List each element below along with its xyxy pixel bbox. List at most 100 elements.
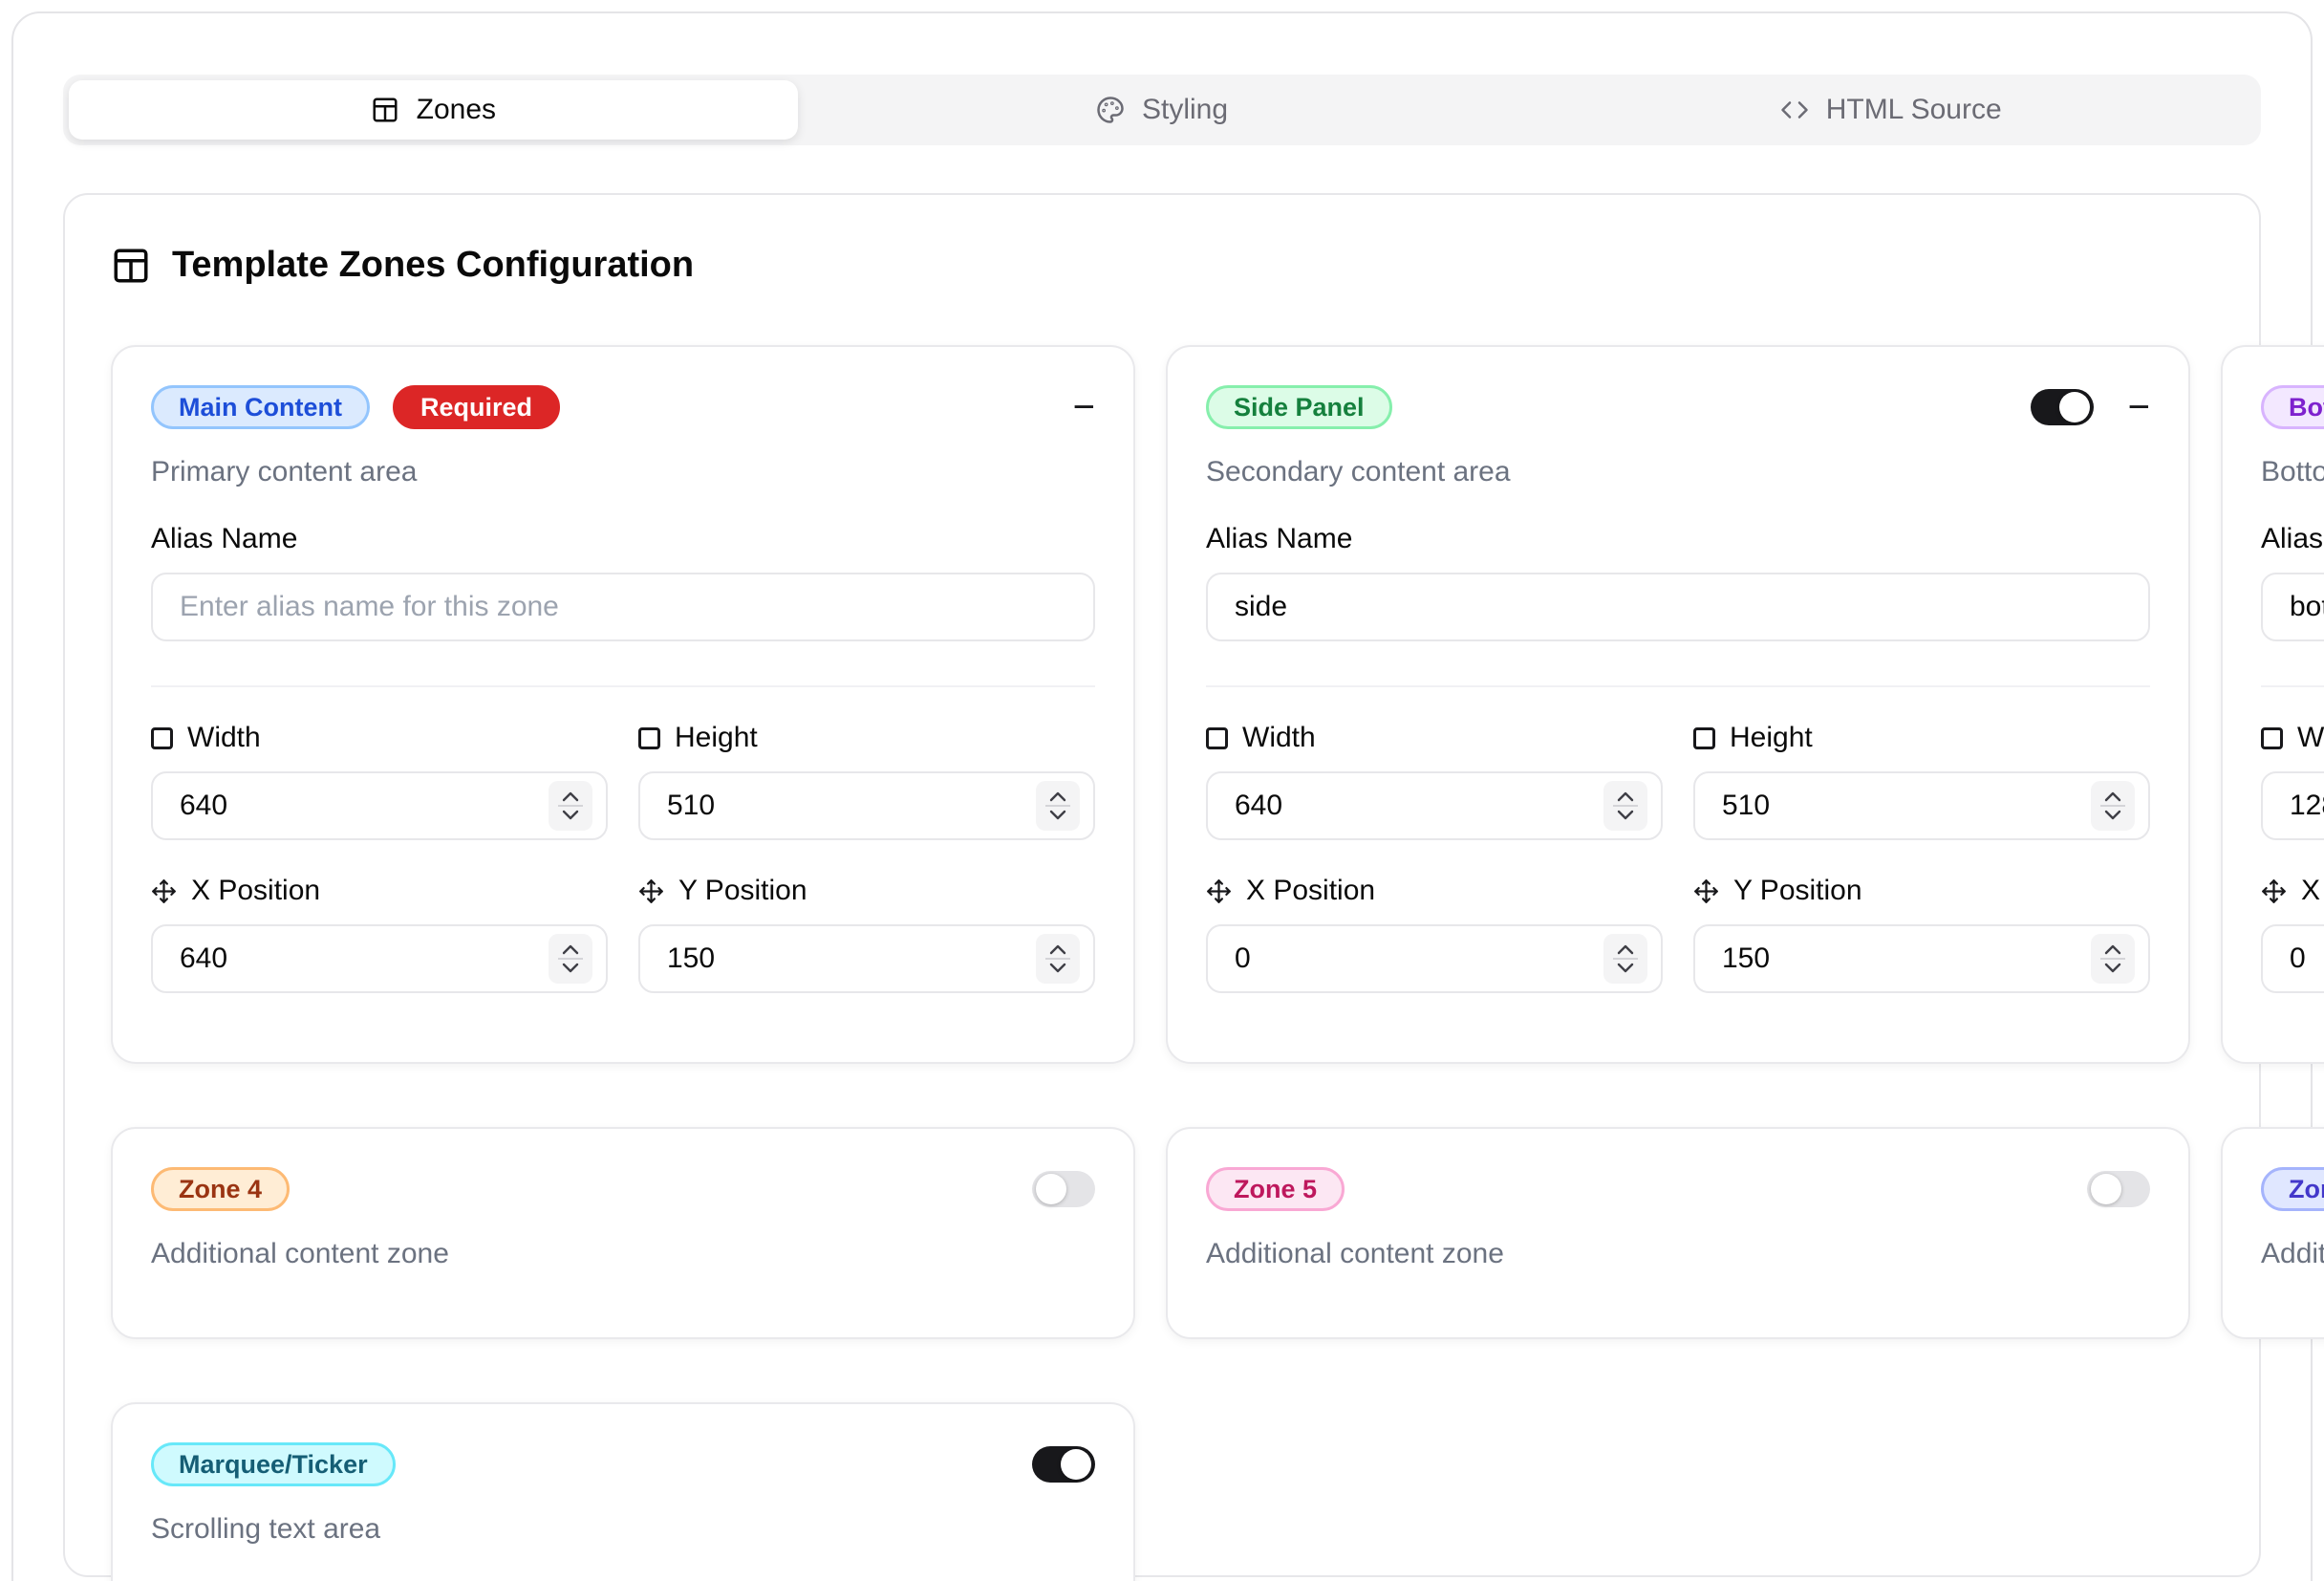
y-position-input[interactable] [1722, 942, 2091, 975]
zone-card-header: Zone 5 [1206, 1167, 2150, 1211]
stepper-divider [1045, 805, 1070, 807]
width-input[interactable] [1235, 790, 1603, 822]
zone-description: Primary content area [151, 456, 1095, 488]
width-field: Width [2261, 687, 2324, 840]
page-container: Zones Styling HTML Source Template Zones… [11, 11, 2313, 1581]
alias-input[interactable] [1206, 573, 2150, 641]
stepper-divider [558, 958, 583, 960]
required-badge: Required [393, 385, 560, 429]
page-title-text: Template Zones Configuration [172, 245, 694, 286]
tab-label: Zones [417, 94, 496, 126]
width-field: Width [1206, 687, 1663, 840]
width-input[interactable] [180, 790, 549, 822]
height-input[interactable] [667, 790, 1036, 822]
toggle-knob [2059, 392, 2090, 422]
chevron-up-icon [561, 790, 580, 802]
width-field: Width [151, 687, 608, 840]
width-label: Width [1206, 722, 1663, 754]
stepper-divider [1613, 958, 1638, 960]
y-position-input[interactable] [667, 942, 1036, 975]
width-input-box [2261, 771, 2324, 840]
toggle-knob [1036, 1174, 1066, 1204]
stepper-divider [2100, 958, 2125, 960]
x-position-field: X Position [2261, 840, 2324, 993]
x-position-input[interactable] [180, 942, 549, 975]
zone-toggle[interactable] [1032, 1446, 1095, 1483]
y-position-label: Y Position [638, 875, 1095, 907]
tab-html-source[interactable]: HTML Source [1526, 80, 2255, 140]
zone-card-bottom-banner: Bottom Banner − Bottom content area Alia… [2221, 345, 2324, 1064]
dimensions-row: Width [2261, 687, 2324, 993]
tab-styling[interactable]: Styling [798, 80, 1527, 140]
palette-icon [1096, 96, 1125, 124]
page-title: Template Zones Configuration [111, 245, 2213, 286]
width-input-box [151, 771, 608, 840]
tab-label: HTML Source [1826, 94, 2002, 126]
chevron-down-icon [1048, 810, 1067, 821]
stepper-divider [1613, 805, 1638, 807]
alias-input[interactable] [2261, 573, 2324, 641]
alias-input[interactable] [151, 573, 1095, 641]
width-label: Width [2261, 722, 2324, 754]
code-icon [1780, 96, 1809, 124]
y-input-box [1693, 924, 2150, 993]
move-icon [1206, 878, 1232, 904]
stepper[interactable] [2091, 781, 2135, 831]
zone-card-header: Bottom Banner − [2261, 385, 2324, 429]
x-position-input[interactable] [2290, 942, 2324, 975]
tab-label: Styling [1142, 94, 1228, 126]
zones-panel: Template Zones Configuration Main Conten… [63, 193, 2261, 1577]
y-position-field: Y Position [638, 840, 1095, 993]
zones-grid: Main Content Required − Primary content … [111, 345, 2213, 1581]
zone-toggle[interactable] [2087, 1171, 2150, 1207]
zone-card-zone-6: Zone 6 Additional content zone [2221, 1127, 2324, 1339]
zone-card-header: Zone 4 [151, 1167, 1095, 1211]
stepper[interactable] [2091, 934, 2135, 984]
stepper[interactable] [1036, 781, 1080, 831]
width-input[interactable] [2290, 790, 2324, 822]
stepper[interactable] [549, 781, 592, 831]
zone-card-main-content: Main Content Required − Primary content … [111, 345, 1135, 1064]
height-label: Height [638, 722, 1095, 754]
chevron-down-icon [1048, 963, 1067, 974]
chevron-up-icon [2103, 790, 2122, 802]
remove-zone-button[interactable]: − [2128, 388, 2150, 426]
zone-toggle[interactable] [1032, 1171, 1095, 1207]
chevron-down-icon [1616, 810, 1635, 821]
remove-zone-button[interactable]: − [1073, 388, 1095, 426]
zone-card-header: Side Panel − [1206, 385, 2150, 429]
zone-card-controls [1032, 1171, 1095, 1207]
chevron-down-icon [1616, 963, 1635, 974]
stepper[interactable] [549, 934, 592, 984]
move-icon [151, 878, 177, 904]
move-icon [638, 878, 664, 904]
alias-name-label: Alias Name [2261, 523, 2324, 555]
zone-toggle[interactable] [2031, 389, 2094, 425]
tab-zones[interactable]: Zones [69, 80, 798, 140]
zone-card-header: Marquee/Ticker [151, 1442, 1095, 1486]
zone-card-header: Zone 6 [2261, 1167, 2324, 1211]
square-icon [1693, 727, 1715, 749]
move-icon [1693, 878, 1719, 904]
zone-badge: Zone 4 [151, 1167, 290, 1211]
x-position-input[interactable] [1235, 942, 1603, 975]
zone-card-controls [2087, 1171, 2150, 1207]
width-input-box [1206, 771, 1663, 840]
zone-description: Scrolling text area [151, 1513, 1095, 1546]
stepper-divider [2100, 805, 2125, 807]
dimensions-row: Width [151, 687, 1095, 993]
chevron-up-icon [561, 943, 580, 955]
height-input-box [1693, 771, 2150, 840]
move-icon [2261, 878, 2287, 904]
height-field: Height [638, 687, 1095, 840]
x-position-label: X Position [1206, 875, 1663, 907]
layout-icon [371, 96, 399, 124]
chevron-up-icon [2103, 943, 2122, 955]
stepper[interactable] [1603, 781, 1647, 831]
zone-badge: Bottom Banner [2261, 385, 2324, 429]
x-position-field: X Position [151, 840, 608, 993]
stepper[interactable] [1036, 934, 1080, 984]
height-input[interactable] [1722, 790, 2091, 822]
zone-description: Additional content zone [151, 1238, 1095, 1270]
stepper[interactable] [1603, 934, 1647, 984]
